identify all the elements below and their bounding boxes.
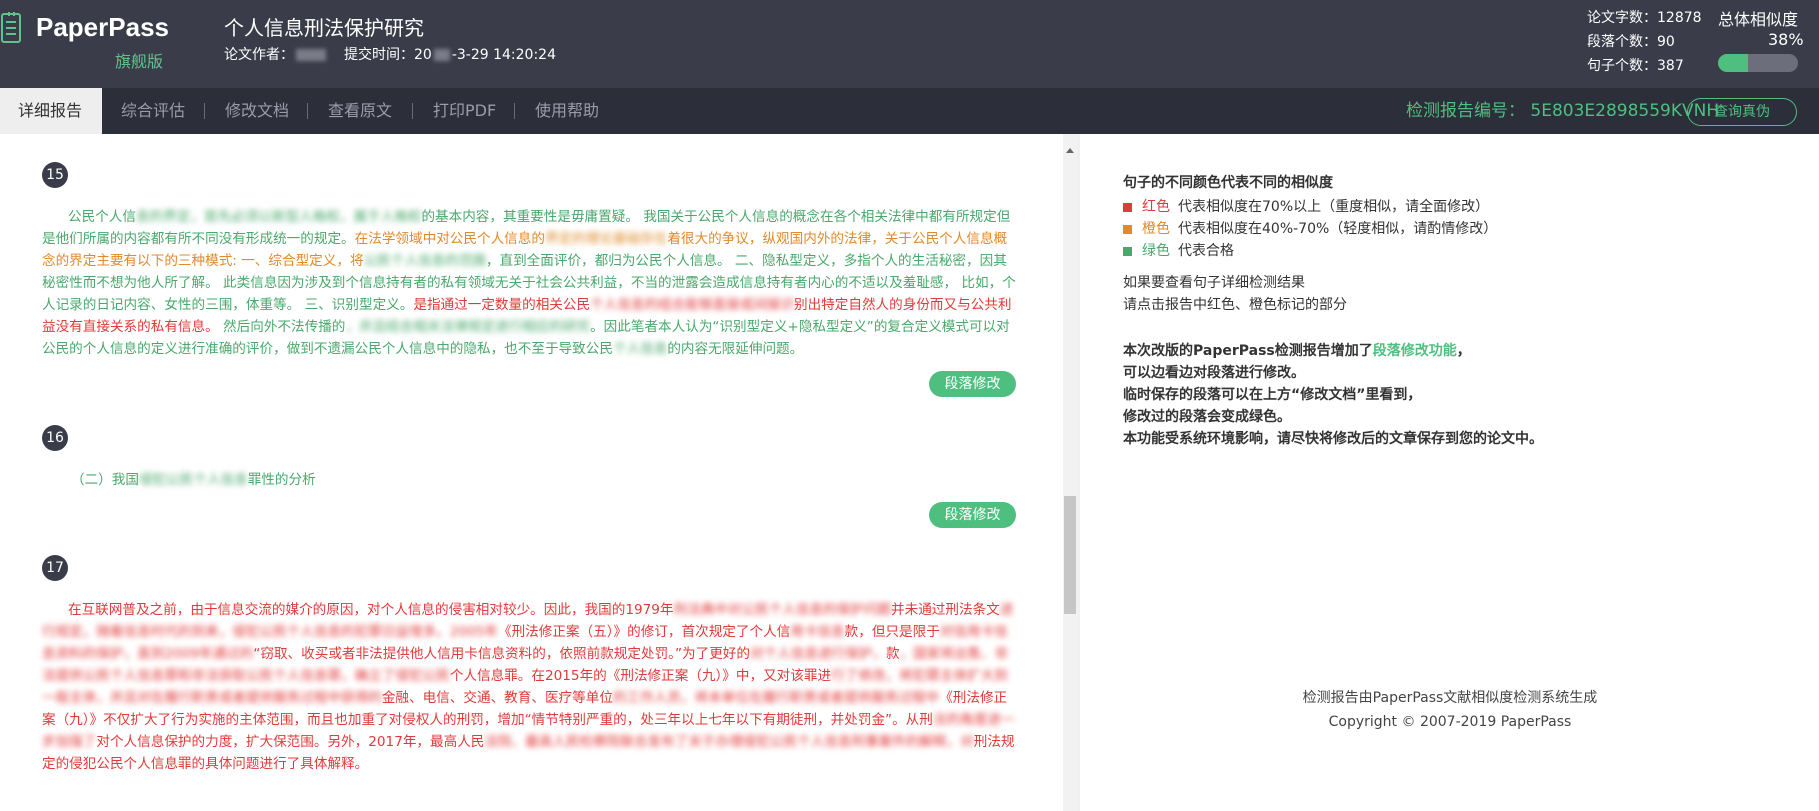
tab-help[interactable]: 使用帮助: [535, 88, 599, 134]
legend-color-name: 绿色: [1142, 243, 1170, 259]
submit-time-prefix: 20: [414, 47, 432, 63]
notice-text: 本次改版的PaperPass检测报告增加了: [1123, 343, 1373, 359]
scroll-thumb[interactable]: [1064, 496, 1076, 614]
header: PaperPass 旗舰版 个人信息刑法保护研究 论文作者： 提交时间：20 -3-…: [0, 0, 1819, 88]
similarity-progress-bar: [1718, 54, 1798, 72]
legend-color-name: 橙色: [1142, 221, 1170, 237]
redacted-text: 个人信息: [612, 341, 668, 357]
sentence-text[interactable]: 个人信息罪。在2015年的《刑法修正案（九）》中，又对该罪进: [450, 668, 831, 684]
legend-color-name: 红色: [1142, 199, 1170, 215]
redacted-text: 息的界定，首先必须以新型人格权，属于人格权: [135, 209, 422, 225]
logo[interactable]: PaperPass: [36, 12, 169, 43]
submit-label: 提交时间：: [344, 47, 414, 63]
notice-line: 本功能受系统环境影响，请尽快将修改后的文章保存到您的论文中。: [1123, 431, 1543, 447]
sentence-text[interactable]: 款: [886, 646, 900, 662]
redacted-text[interactable]: 法院、最高人民检察院联合发布了关于办理侵犯公民个人信息刑事案件的解释，对: [484, 734, 973, 750]
sentence-text[interactable]: 对个人信息保护的力度，扩大保范围。另外，2017年，最高人民: [96, 734, 484, 750]
redacted-text[interactable]: 刑法典中对公民个人信息的保护问题: [674, 602, 892, 618]
word-count: 论文字数：12878: [1587, 10, 1702, 26]
nav-bar: 详细报告 综合评估 修改文档 查看原文 打印PDF 使用帮助 检测报告编号： 5…: [0, 88, 1819, 134]
footer-copyright: Copyright © 2007-2019 PaperPass: [1328, 714, 1572, 730]
redacted-text: 侵犯公民个人信息: [138, 472, 248, 488]
sentence-text: （二）我国: [71, 472, 139, 488]
scrollbar[interactable]: [1063, 134, 1077, 811]
sentence-text[interactable]: 在互联网普及之前，由于信息交流的媒介的原因，对个人信息的侵害相对较少。因此，我国…: [68, 602, 674, 618]
nav-divider: [307, 103, 308, 119]
verify-button[interactable]: 查询真伪: [1687, 98, 1797, 126]
notice-text: ，: [1456, 343, 1471, 359]
legend-panel: 句子的不同颜色代表不同的相似度 红色 代表相似度在70%以上（重度相似，请全面修改…: [1080, 134, 1819, 811]
report-content: 15 公民个人信息的界定，首先必须以新型人格权，属于人格权的基本内容，其重要性是…: [0, 134, 1063, 811]
redacted-text[interactable]: 用卡信息: [790, 624, 844, 640]
notice-highlight: 段落修改功能: [1372, 343, 1457, 359]
submit-time-suffix: -3-29 14:20:24: [451, 47, 556, 63]
similarity-value: 38%: [1768, 30, 1804, 49]
redacted-text[interactable]: 个人信息的组合能够直接或间接识: [590, 297, 794, 313]
nav-divider: [514, 103, 515, 119]
similarity-progress-fill: [1718, 54, 1749, 72]
tab-edit-document[interactable]: 修改文档: [225, 88, 289, 134]
legend-desc: 代表合格: [1178, 243, 1234, 259]
info-line: 请点击报告中红色、橙色标记的部分: [1123, 297, 1347, 313]
legend-desc: 代表相似度在70%以上（重度相似，请全面修改）: [1178, 199, 1490, 215]
redacted-text[interactable]: 对个人信息进行保护，: [750, 646, 886, 662]
paragraph-number: 15: [42, 162, 68, 188]
notice-line: 修改过的段落会变成绿色。: [1123, 409, 1291, 425]
legend-row-red: 红色 代表相似度在70%以上（重度相似，请全面修改）: [1123, 196, 1489, 216]
paragraph-text[interactable]: 公民个人信息的界定，首先必须以新型人格权，属于人格权的基本内容，其重要性是毋庸置…: [42, 206, 1017, 360]
segment-edit-button[interactable]: 段落修改: [929, 502, 1016, 528]
logo-edition: 旗舰版: [115, 52, 164, 71]
author-label: 论文作者：: [224, 47, 294, 63]
sentence-text[interactable]: 是指通过一定数量的相关公民: [413, 297, 590, 313]
segment-edit-button[interactable]: 段落修改: [929, 371, 1016, 397]
sentence-text[interactable]: 《刑法修正案（五）》的修订，首次规定了个人信: [498, 624, 790, 640]
nav-divider: [204, 103, 205, 119]
notice-line: 临时保存的段落可以在上方“修改文档”里看到，: [1123, 387, 1422, 403]
footer-generated-by: 检测报告由PaperPass文献相似度检测系统生成: [1302, 690, 1598, 706]
orange-square-icon: [1123, 224, 1132, 234]
redacted-text[interactable]: 界定的理论基础存在: [545, 231, 667, 247]
paragraph-number: 16: [42, 425, 68, 451]
paragraph-text[interactable]: （二）我国侵犯公民个人信息罪性的分析: [42, 469, 1017, 491]
sentence-text[interactable]: 金融、电信、交通、教育、医疗等单位: [382, 690, 613, 706]
legend-row-green: 绿色 代表合格: [1123, 240, 1234, 260]
nav-divider: [412, 103, 413, 119]
tab-overall-evaluation[interactable]: 综合评估: [121, 88, 185, 134]
legend-title: 句子的不同颜色代表不同的相似度: [1123, 175, 1333, 191]
redacted-text: 公民个人信息的范围: [363, 253, 486, 269]
author-name-redacted: [296, 49, 326, 61]
paragraph-count: 段落个数：90: [1587, 34, 1675, 50]
triangle-up-icon[interactable]: [1066, 148, 1074, 153]
submit-time-redacted: [433, 49, 450, 61]
sentence-text[interactable]: 款，但只是限于: [845, 624, 940, 640]
red-square-icon: [1123, 202, 1132, 212]
tab-print-pdf[interactable]: 打印PDF: [433, 88, 496, 134]
document-list-icon: [1, 12, 21, 43]
paragraph-number: 17: [42, 555, 68, 581]
info-line: 如果要查看句子详细检测结果: [1123, 275, 1305, 291]
redacted-text: ，并且结合相关法律规定进行相应的研究: [345, 319, 591, 335]
tab-view-original[interactable]: 查看原文: [328, 88, 392, 134]
sentence-text[interactable]: 并未通过刑法条文: [891, 602, 1000, 618]
legend-row-orange: 橙色 代表相似度在40%-70%（轻度相似，请酌情修改）: [1123, 218, 1497, 238]
sentence-text: 然后向外不法传播的: [218, 319, 346, 335]
report-number: 检测报告编号： 5E803E2898559KVNH: [1406, 101, 1720, 121]
sentence-text: 罪性的分析: [247, 472, 316, 488]
legend-desc: 代表相似度在40%-70%（轻度相似，请酌情修改）: [1178, 221, 1498, 237]
sentence-text: 公民个人信: [68, 209, 136, 225]
page-title: 个人信息刑法保护研究: [224, 16, 424, 40]
tab-detailed-report[interactable]: 详细报告: [0, 88, 102, 134]
green-square-icon: [1123, 246, 1132, 256]
doc-stats: 论文字数：12878 段落个数：90 句子个数：387: [1587, 6, 1702, 78]
sentence-count: 句子个数：387: [1587, 58, 1684, 74]
notice-line: 可以边看边对段落进行修改。: [1123, 365, 1305, 381]
sentence-text[interactable]: 在法学领域中对公民个人信息的: [355, 231, 545, 247]
similarity-label: 总体相似度: [1718, 10, 1799, 29]
paragraph-text[interactable]: 在互联网普及之前，由于信息交流的媒介的原因，对个人信息的侵害相对较少。因此，我国…: [42, 599, 1017, 775]
sentence-text: 的内容无限延伸问题。: [667, 341, 804, 357]
notice-line: 本次改版的PaperPass检测报告增加了段落修改功能，: [1123, 340, 1471, 362]
doc-meta: 论文作者： 提交时间：20 -3-29 14:20:24: [224, 44, 556, 64]
redacted-text[interactable]: 的工作人员，将本单位在履行职责或者提供服务过程中: [613, 690, 939, 706]
sentence-text[interactable]: “窃取、收买或者非法提供他人信用卡信息资料的，依照前款规定处罚。”为了更好的: [253, 646, 750, 662]
